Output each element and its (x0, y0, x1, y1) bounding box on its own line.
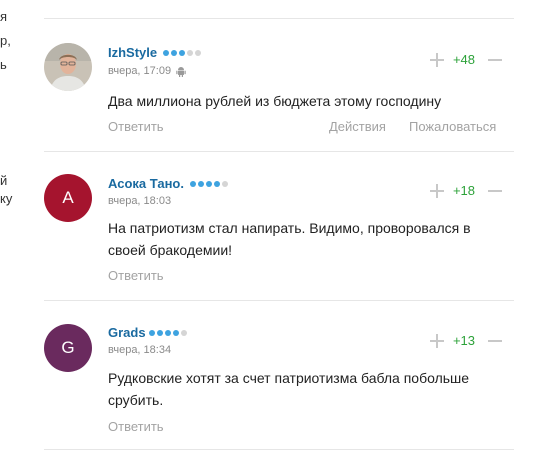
rating-dot (157, 330, 163, 336)
avatar-photo (44, 43, 92, 91)
downvote-button[interactable] (488, 190, 502, 192)
separator (44, 449, 514, 450)
fragment-text: я (0, 9, 8, 24)
rating-dot (149, 330, 155, 336)
reply-link[interactable]: Ответить (108, 419, 164, 434)
comment-score: +48 (452, 52, 476, 67)
rating-dot (165, 330, 171, 336)
avatar-letter: A (62, 188, 74, 207)
upvote-button[interactable] (430, 184, 444, 198)
fragment-text: й (0, 173, 8, 188)
rating-dot (179, 50, 185, 56)
username[interactable]: Асока Тано. (108, 176, 184, 191)
comment-text: На патриотизм стал напирать. Видимо, про… (108, 220, 471, 258)
avatar[interactable]: G (44, 324, 92, 372)
android-icon (176, 66, 186, 77)
rating-dot (173, 330, 179, 336)
complain-link[interactable]: Пожаловаться (409, 119, 496, 134)
separator (44, 300, 514, 301)
rating-dot (214, 181, 220, 187)
separator (44, 151, 514, 152)
upvote-button[interactable] (430, 334, 444, 348)
avatar[interactable]: A (44, 174, 92, 222)
comment-time: вчера, 18:34 (108, 344, 172, 356)
comment-score: +18 (452, 183, 476, 198)
rating-dot (195, 50, 201, 56)
comment-time: вчера, 18:03 (108, 195, 172, 207)
reply-link[interactable]: Ответить (108, 268, 164, 283)
avatar[interactable] (44, 43, 92, 91)
username[interactable]: IzhStyle (108, 45, 157, 60)
avatar-letter: G (61, 338, 75, 357)
fragment-text: ь (0, 57, 7, 72)
comment-meta: вчера, 18:34 (108, 344, 171, 356)
rating-dot (198, 181, 204, 187)
comment-text: Два миллиона рублей из бюджета этому гос… (108, 93, 442, 109)
user-rating-dots (190, 181, 228, 187)
fragment-text: ку (0, 191, 13, 206)
comment-meta: вчера, 18:03 (108, 195, 171, 207)
separator (44, 18, 514, 19)
rating-dot (206, 181, 212, 187)
left-column-fragment: я р, ь й ку (0, 0, 20, 452)
rating-dot (163, 50, 169, 56)
actions-link[interactable]: Действия (329, 119, 386, 134)
downvote-button[interactable] (488, 340, 502, 342)
downvote-button[interactable] (488, 59, 502, 61)
user-rating-dots (149, 330, 187, 336)
rating-dot (190, 181, 196, 187)
user-rating-dots (163, 50, 201, 56)
rating-dot (187, 50, 193, 56)
comment-meta: вчера, 17:09 (108, 65, 186, 77)
comment-score: +13 (452, 333, 476, 348)
reply-link[interactable]: Ответить (108, 119, 164, 134)
username[interactable]: Grads (108, 325, 146, 340)
comment-text: Рудковские хотят за счет патриотизма баб… (108, 370, 470, 408)
rating-dot (222, 181, 228, 187)
rating-dot (171, 50, 177, 56)
rating-dot (181, 330, 187, 336)
fragment-text: р, (0, 33, 11, 48)
upvote-button[interactable] (430, 53, 444, 67)
comment-time: вчера, 17:09 (108, 65, 172, 77)
